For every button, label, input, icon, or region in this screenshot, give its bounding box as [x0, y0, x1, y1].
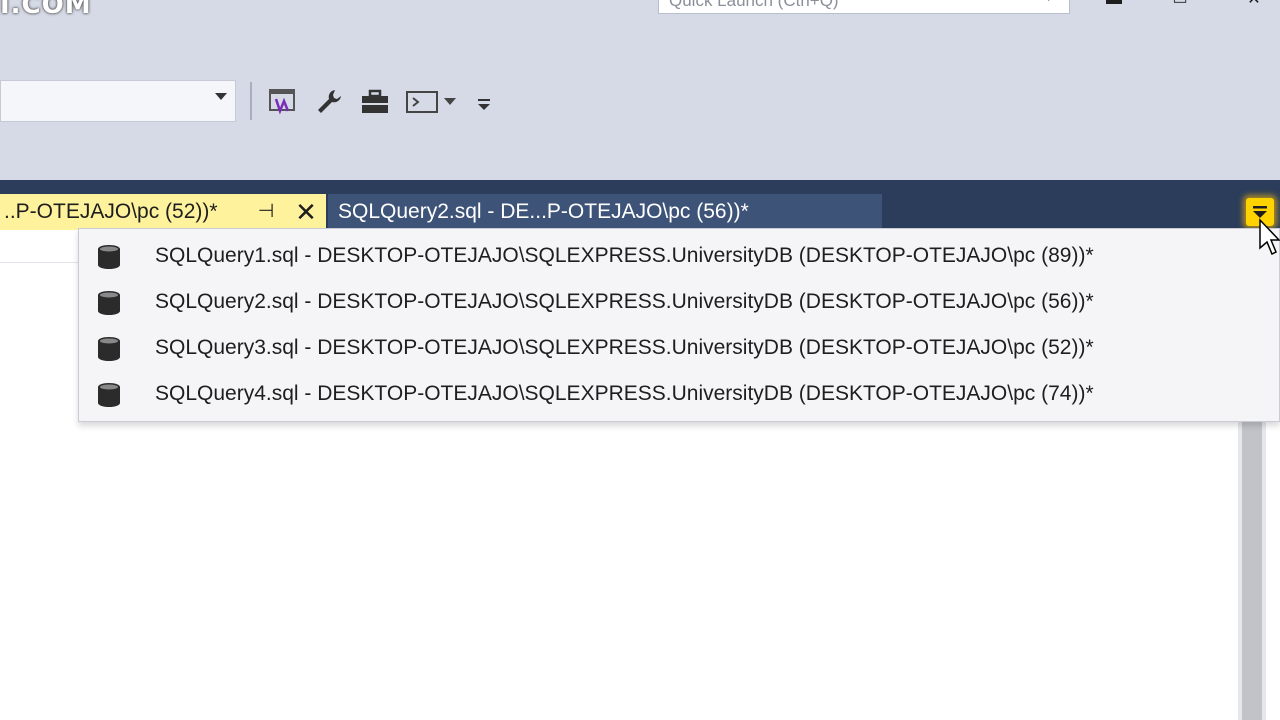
list-item-label: SQLQuery4.sql - DESKTOP-OTEJAJO\SQLEXPRE… — [155, 382, 1094, 405]
inactive-tab-label: SQLQuery2.sql - DE...P-OTEJAJO\pc (56))* — [338, 200, 749, 223]
open-documents-list: SQLQuery1.sql - DESKTOP-OTEJAJO\SQLEXPRE… — [78, 228, 1280, 422]
list-item-label: SQLQuery2.sql - DESKTOP-OTEJAJO\SQLEXPRE… — [155, 290, 1094, 313]
list-item-label: SQLQuery1.sql - DESKTOP-OTEJAJO\SQLEXPRE… — [155, 244, 1094, 267]
toolbar-overflow-icon — [478, 99, 490, 110]
list-item-label: SQLQuery3.sql - DESKTOP-OTEJAJO\SQLEXPRE… — [155, 336, 1094, 359]
close-tab-icon[interactable]: ✕ — [292, 194, 320, 230]
list-item[interactable]: SQLQuery1.sql - DESKTOP-OTEJAJO\SQLEXPRE… — [79, 233, 1279, 279]
vs-sln-icon — [269, 89, 295, 115]
database-icon — [98, 291, 120, 315]
command-window-dropdown[interactable] — [440, 84, 460, 120]
list-item[interactable]: SQLQuery3.sql - DESKTOP-OTEJAJO\SQLEXPRE… — [79, 325, 1279, 371]
toolbox-icon — [362, 89, 388, 113]
search-icon: ⌕ — [1048, 0, 1057, 5]
close-window-icon[interactable]: ✕ — [1242, 0, 1266, 8]
dropdown-arrow-icon — [444, 98, 456, 105]
quick-launch-placeholder: Quick Launch (Ctrl+Q) — [669, 0, 839, 10]
toolbar-combo-box[interactable] — [0, 80, 236, 122]
vertical-scrollbar[interactable] — [1238, 420, 1266, 720]
toolbar-overflow-button[interactable] — [474, 84, 494, 120]
toolbar — [0, 22, 1280, 180]
list-item[interactable]: SQLQuery4.sql - DESKTOP-OTEJAJO\SQLEXPRE… — [79, 371, 1279, 417]
pin-icon[interactable]: ⊣ — [254, 194, 278, 230]
watermark-logo: I.COM — [0, 0, 92, 20]
list-item[interactable]: SQLQuery2.sql - DESKTOP-OTEJAJO\SQLEXPRE… — [79, 279, 1279, 325]
quick-launch-input[interactable]: Quick Launch (Ctrl+Q) ⌕ — [658, 0, 1070, 14]
command-window-button[interactable] — [404, 84, 440, 120]
database-icon — [98, 245, 120, 269]
database-icon — [98, 337, 120, 361]
editor-divider — [0, 262, 80, 263]
toolbox-button[interactable] — [357, 84, 393, 120]
title-bar: I.COM Quick Launch (Ctrl+Q) ⌕ ▬ ▭ ✕ — [0, 0, 1280, 22]
database-icon — [98, 383, 120, 407]
wrench-icon — [318, 90, 341, 113]
maximize-icon[interactable]: ▭ — [1168, 0, 1192, 8]
vs-sln-button[interactable] — [264, 84, 300, 120]
command-window-icon — [406, 91, 438, 113]
tab-sqlquery3[interactable]: ..P-OTEJAJO\pc (52))* ⊣ ✕ — [0, 194, 326, 230]
toolbar-separator — [250, 82, 252, 120]
minimize-icon[interactable]: ▬ — [1102, 0, 1126, 8]
active-tab-label: ..P-OTEJAJO\pc (52))* — [4, 200, 218, 223]
document-tab-strip: ..P-OTEJAJO\pc (52))* ⊣ ✕ SQLQuery2.sql … — [0, 180, 1280, 230]
tab-sqlquery2[interactable]: SQLQuery2.sql - DE...P-OTEJAJO\pc (56))* — [328, 194, 882, 230]
properties-button[interactable] — [311, 84, 347, 120]
chevron-down-icon — [215, 93, 227, 100]
scrollbar-thumb[interactable] — [1242, 420, 1262, 720]
mouse-cursor-icon — [1259, 218, 1280, 256]
